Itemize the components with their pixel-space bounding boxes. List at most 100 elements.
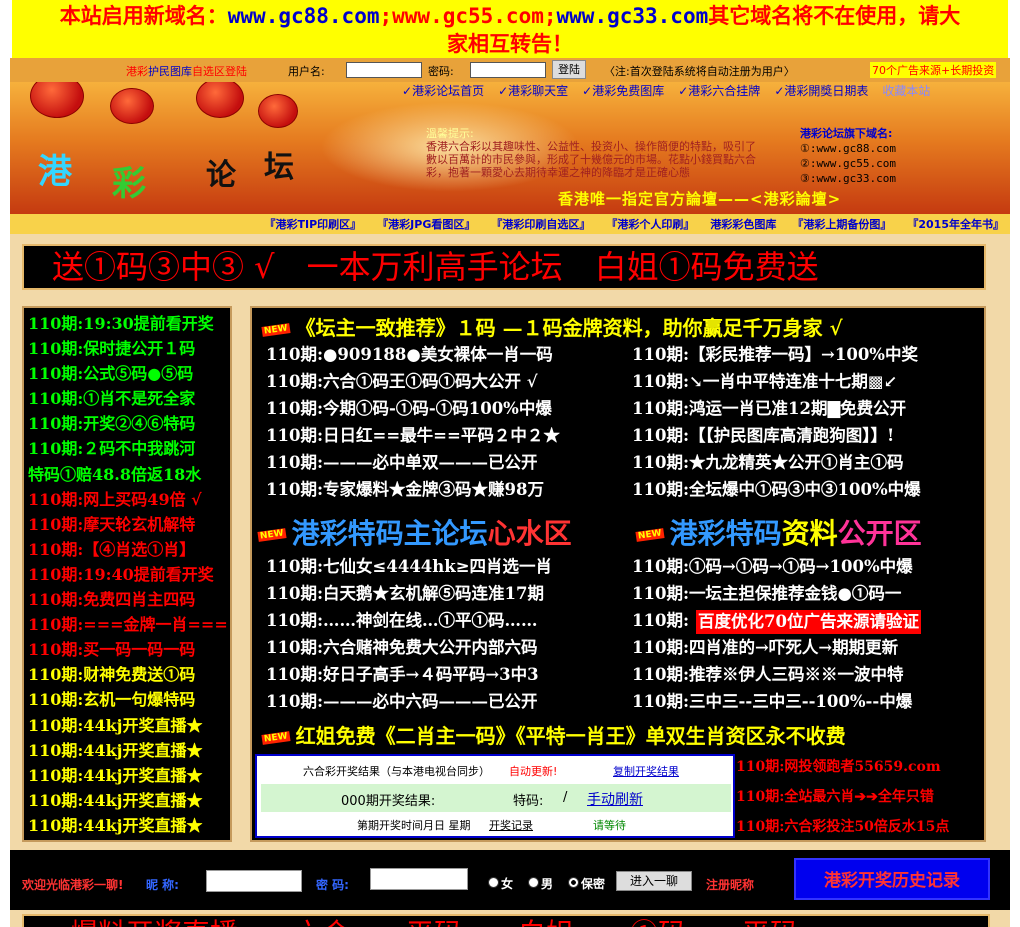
tip-line[interactable]: 110期:推荐※伊人三码※※一波中特 (632, 661, 913, 688)
tip-line[interactable]: 110期:今期①码-①码-①码100%中爆 (266, 395, 560, 422)
left-tip-item[interactable]: 110期:44kj开奖直播★ (28, 812, 230, 837)
left-tip-item[interactable]: 110期:①肖不是死全家 (28, 385, 230, 410)
nav-bookmark[interactable]: 收藏本站 (882, 82, 930, 99)
left-tip-item[interactable]: 110期:２码不中我跳河 (28, 435, 230, 460)
password-input[interactable] (470, 62, 546, 78)
tip-line[interactable]: 110期:———必中六码———已公开 (266, 688, 552, 715)
left-tip-item[interactable]: 110期:19:40提前看开奖 (28, 561, 230, 586)
left-tip-item[interactable]: 特码①赔48.8倍返18水 (28, 461, 230, 486)
left-tip-item[interactable]: 110期:玄机一句爆特码 (28, 686, 230, 711)
tip-line[interactable]: 110期:三中三--三中三--100%--中爆 (632, 688, 913, 715)
nav-schedule[interactable]: ✓港彩開獎日期表 (774, 82, 868, 99)
left-tip-item[interactable]: 110期:19:30提前看开奖 (28, 310, 230, 335)
special-value: / (563, 790, 568, 805)
nav-label: 港彩免费图库 (592, 84, 665, 98)
tip-line[interactable]: 110期:●909188●美女裸体一肖一码 (266, 341, 560, 368)
bottom-marquee-text: 爆料开奖直播——六合——平码——白姐——①码——平码 (70, 916, 798, 927)
side-link[interactable]: 110期:网投领跑者55659.com (736, 754, 986, 784)
tip-line[interactable]: 110期:【【护民图库高清跑狗图】】! (632, 422, 921, 449)
nickname-input[interactable] (206, 870, 302, 892)
gender-secret[interactable]: 保密 (568, 875, 605, 891)
tip-line[interactable]: 110期:六合①码王①码①码大公开 √ (266, 368, 560, 395)
left-tip-item[interactable]: 110期:网上买码49倍 √ (28, 486, 230, 511)
username-input[interactable] (346, 62, 422, 78)
banner-slogan: 香港唯一指定官方論壇——<港彩論壇> (558, 190, 842, 208)
record-link[interactable]: 开奖记录 (489, 816, 533, 836)
big-heading-right: NEW 港彩特码资料公开区 (635, 512, 922, 552)
left-tip-item[interactable]: 110期:买一码一码一码 (28, 636, 230, 661)
gender-female[interactable]: 女 (488, 875, 513, 891)
tip-line[interactable]: 110期:①码→①码→①码→100%中爆 (632, 553, 913, 580)
left-tip-item[interactable]: 110期:公式⑤码●⑤码 (28, 360, 230, 385)
tip-line[interactable]: 110期:专家爆料★金牌③码★赚98万 (266, 476, 560, 503)
nav-chat[interactable]: ✓港彩聊天室 (498, 82, 568, 99)
menu-item[interactable]: 『港彩TIP印刷区』 (265, 216, 362, 232)
nav-label: 港彩论坛首页 (412, 84, 485, 98)
tip-line[interactable]: 110期:一坛主担保推荐金钱●①码一 (632, 580, 913, 607)
draw-result-box: 六合彩开奖结果（与本港电视台同步） 自动更新! 复制开奖结果 000期开奖结果:… (255, 754, 735, 838)
tip-line[interactable]: 110期:↘一肖中平特连准十七期▩↙ (632, 368, 921, 395)
side-link[interactable]: 110期:全站最六肖➔➔全年只错 (736, 784, 986, 814)
new-badge-icon: NEW (261, 730, 291, 745)
main-heading-2: NEW 红姐免费《二肖主一码》《平特一肖王》单双生肖资区永不收费 (261, 720, 846, 749)
notice-domain-3[interactable]: www.gc33.com (557, 4, 709, 28)
login-button[interactable]: 登陆 (552, 60, 586, 79)
category-menu: 『港彩TIP印刷区』 『港彩JPG看图区』 『港彩印刷自选区』 『港彩个人印刷』… (10, 214, 1010, 234)
tip-line[interactable]: 110期:全坛爆中①码③中③100%中爆 (632, 476, 921, 503)
copy-result-link[interactable]: 复制开奖结果 (613, 762, 679, 782)
left-tip-item[interactable]: 110期:保时捷公开１码 (28, 335, 230, 360)
special-label: 特码: (513, 794, 544, 809)
menu-item[interactable]: 港彩彩色图库 (710, 216, 776, 232)
red-ad-banner[interactable]: 百度优化70位广告来源请验证 (696, 610, 921, 634)
tip-line[interactable]: 110期:★九龙精英★公开①肖主①码 (632, 449, 921, 476)
tip-line[interactable]: 110期:七仙女≤4444hk≥四肖选一肖 (266, 553, 552, 580)
left-tip-item[interactable]: 110期:免费四肖主四码 (28, 586, 230, 611)
left-tip-item[interactable]: 110期:摩天轮玄机解特 (28, 511, 230, 536)
menu-item[interactable]: 『港彩印刷自选区』 (491, 216, 590, 232)
notice-domain-2[interactable]: www.gc55.com (392, 4, 544, 28)
chat-password-input[interactable] (370, 868, 468, 890)
sub-domain[interactable]: ①:www.gc88.com (800, 142, 896, 155)
sub-domain[interactable]: ③:www.gc33.com (800, 172, 896, 185)
history-button[interactable]: 港彩开奖历史记录 (794, 858, 990, 900)
left-tip-item[interactable]: 110期:44kj开奖直播★ (28, 712, 230, 737)
left-tip-item[interactable]: 110期:44kj开奖直播★ (28, 787, 230, 812)
left-tip-item[interactable]: 110期:===金牌一肖=== (28, 611, 230, 636)
tip-line[interactable]: 110期:鸿运一肖已准12期▇免费公开 (632, 395, 921, 422)
left-tip-item[interactable]: 110期:44kj开奖直播★ (28, 737, 230, 762)
nav-gallery[interactable]: ✓港彩免费图库 (582, 82, 664, 99)
login-bar: 港彩护民图库自选区登陆 用户名: 密码: 登陆 〈注:首次登陆系统将自动注册为用… (10, 58, 1010, 82)
wait-text: 请等待 (593, 819, 626, 832)
left-tip-item[interactable]: 110期:44kj开奖直播★ (28, 762, 230, 787)
left-tip-item[interactable]: 110期:开奖②④⑥特码 (28, 410, 230, 435)
menu-item[interactable]: 『2015年全年书』 (907, 216, 1004, 232)
tip-line[interactable]: 110期:———必中单双———已公开 (266, 449, 560, 476)
register-link[interactable]: 注册昵称 (706, 876, 754, 893)
big-left-b: 心水区 (487, 517, 572, 550)
nav-board[interactable]: ✓港彩六合挂牌 (678, 82, 760, 99)
left-tip-item[interactable]: 110期:财神免费送①码 (28, 661, 230, 686)
menu-item[interactable]: 『港彩JPG看图区』 (377, 216, 475, 232)
gender-male[interactable]: 男 (528, 875, 553, 891)
refresh-link[interactable]: 手动刷新 (587, 789, 643, 809)
enter-chat-button[interactable]: 进入一聊 (616, 871, 692, 891)
tip-line[interactable]: 110期:白天鹅★玄机解⑤码连准17期 (266, 580, 552, 607)
tip-line[interactable]: 110期:日日红==最牛==平码２中２★ (266, 422, 560, 449)
sub-domain[interactable]: ②:www.gc55.com (800, 157, 896, 170)
result-row-next: 第期开奖时间月日 星期 开奖记录 请等待 (257, 816, 733, 836)
tip-line[interactable]: 110期:……神剑在线…①平①码…… (266, 607, 552, 634)
menu-item[interactable]: 『港彩个人印刷』 (606, 216, 694, 232)
notice-domain-1[interactable]: www.gc88.com (228, 4, 380, 28)
login-brand: 港彩护民图库自选区登陆 (126, 63, 247, 79)
tip-line[interactable]: 110期:六合赌神免费大公开内部六码 (266, 634, 552, 661)
ad-link[interactable]: 70个广告来源+长期投资 (870, 62, 997, 78)
notice-suffix: 其它域名将不在使用，请大 (708, 3, 961, 28)
radio-selected-icon (568, 877, 579, 888)
menu-item[interactable]: 『港彩上期备份图』 (792, 216, 891, 232)
tip-line[interactable]: 110期:【彩民推荐一码】→100%中奖 (632, 341, 921, 368)
tip-line[interactable]: 110期:四肖准的→吓死人→期期更新 (632, 634, 913, 661)
nav-home[interactable]: ✓港彩论坛首页 (402, 82, 484, 99)
left-tip-item[interactable]: 110期:【④肖选①肖】 (28, 536, 230, 561)
side-link[interactable]: 110期:六合彩投注50倍反水15点 (736, 814, 986, 844)
tip-line[interactable]: 110期:好日子高手→４码平码→3中3 (266, 661, 552, 688)
